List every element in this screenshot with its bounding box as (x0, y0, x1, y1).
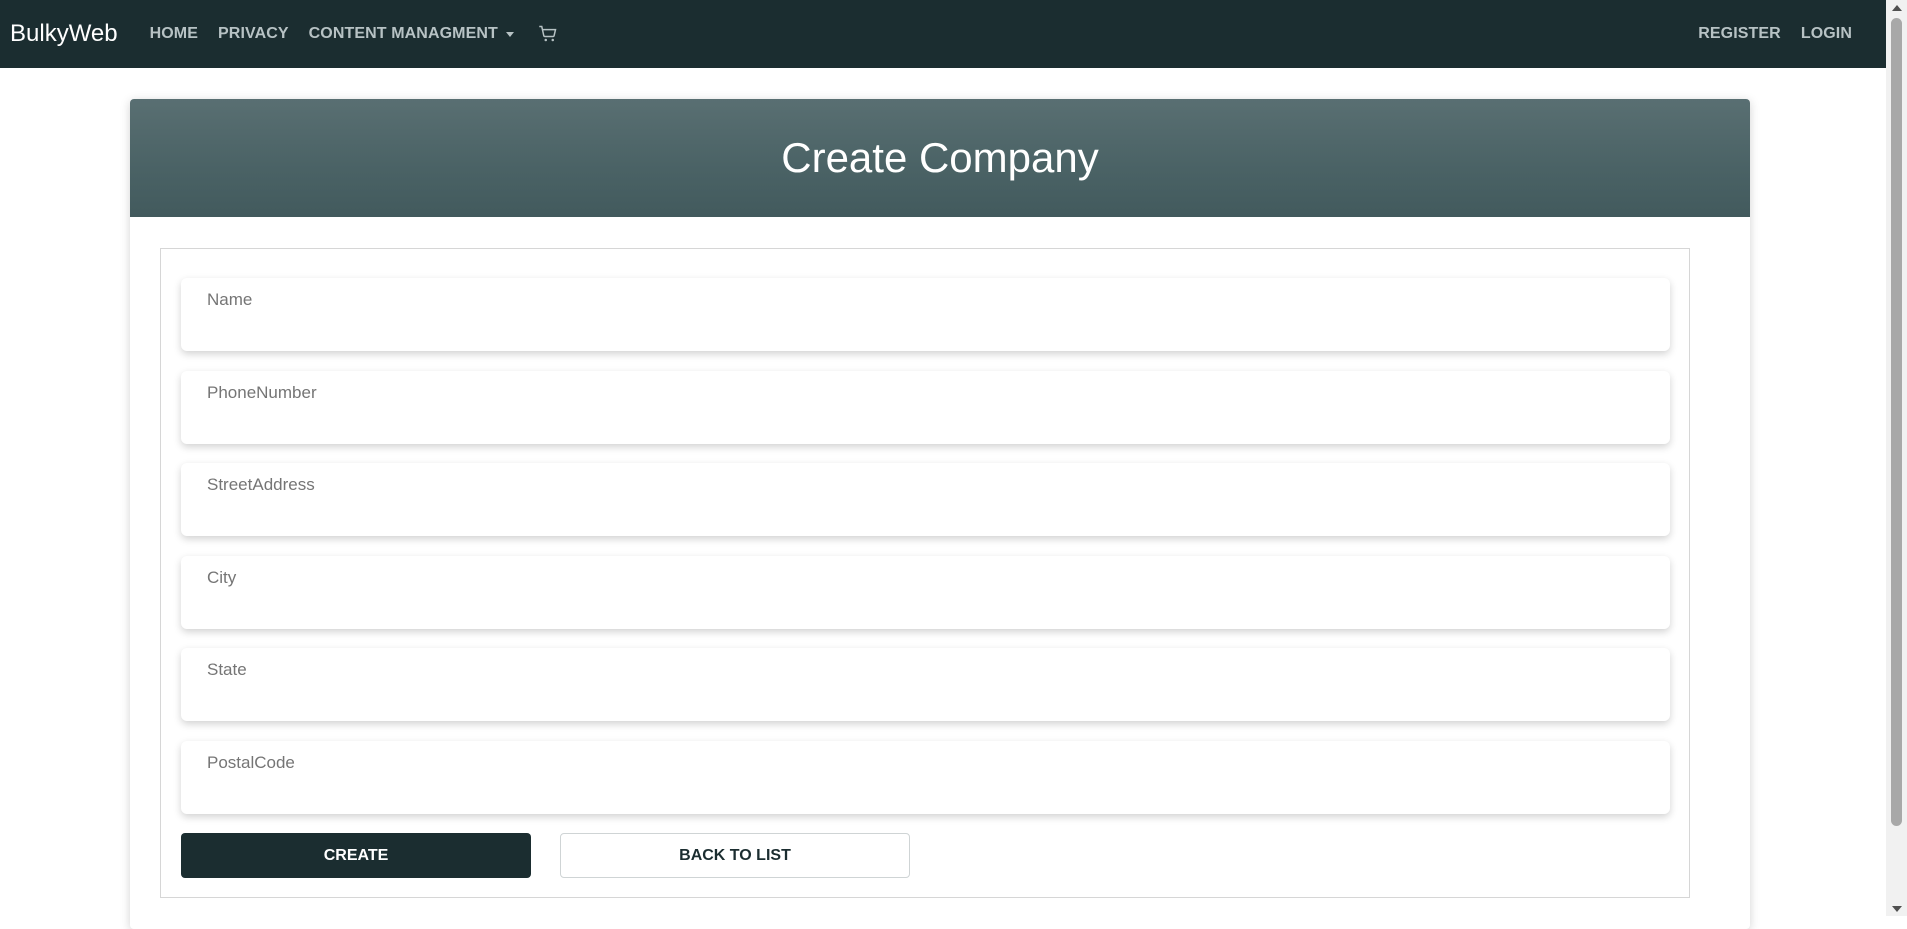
scroll-thumb[interactable] (1891, 18, 1902, 826)
nav-content-management-dropdown[interactable]: Content Managment (299, 25, 524, 43)
back-to-list-button[interactable]: Back to List (560, 833, 910, 878)
nav-register-link[interactable]: Register (1688, 25, 1791, 43)
name-field[interactable]: Name (181, 278, 1670, 351)
scroll-up-arrow-icon[interactable] (1892, 5, 1902, 11)
postal-code-label: PostalCode (207, 753, 295, 772)
state-field[interactable]: State (181, 648, 1670, 721)
name-label: Name (207, 290, 253, 309)
chevron-down-icon (505, 31, 514, 37)
page-title: Create Company (781, 134, 1099, 181)
dropdown-label: Content Managment (308, 25, 498, 42)
nav-home-link[interactable]: Home (140, 25, 208, 43)
city-field[interactable]: City (181, 556, 1670, 629)
brand-logo[interactable]: BulkyWeb (10, 20, 118, 48)
phone-number-label: PhoneNumber (207, 383, 317, 402)
nav-right-links: Register Login (1688, 25, 1876, 43)
scroll-down-arrow-icon[interactable] (1892, 906, 1902, 912)
cart-icon (539, 25, 557, 42)
city-label: City (207, 568, 237, 587)
street-address-field[interactable]: StreetAddress (181, 463, 1670, 536)
card-header: Create Company (130, 99, 1750, 217)
nav-cart-link[interactable] (524, 24, 568, 44)
create-company-card: Create Company Name PhoneNumber StreetAd… (130, 99, 1750, 929)
company-form: Name PhoneNumber StreetAddress City Stat… (160, 248, 1690, 898)
vertical-scrollbar[interactable] (1886, 0, 1907, 916)
postal-code-field[interactable]: PostalCode (181, 741, 1670, 814)
phone-number-field[interactable]: PhoneNumber (181, 371, 1670, 444)
nav-privacy-link[interactable]: Privacy (208, 25, 299, 43)
state-label: State (207, 660, 247, 679)
nav-login-link[interactable]: Login (1791, 25, 1862, 43)
street-address-label: StreetAddress (207, 475, 315, 494)
create-button[interactable]: Create (181, 833, 531, 878)
top-navbar: BulkyWeb Home Privacy Content Managment … (0, 0, 1886, 68)
nav-links: Home Privacy Content Managment (140, 24, 568, 44)
